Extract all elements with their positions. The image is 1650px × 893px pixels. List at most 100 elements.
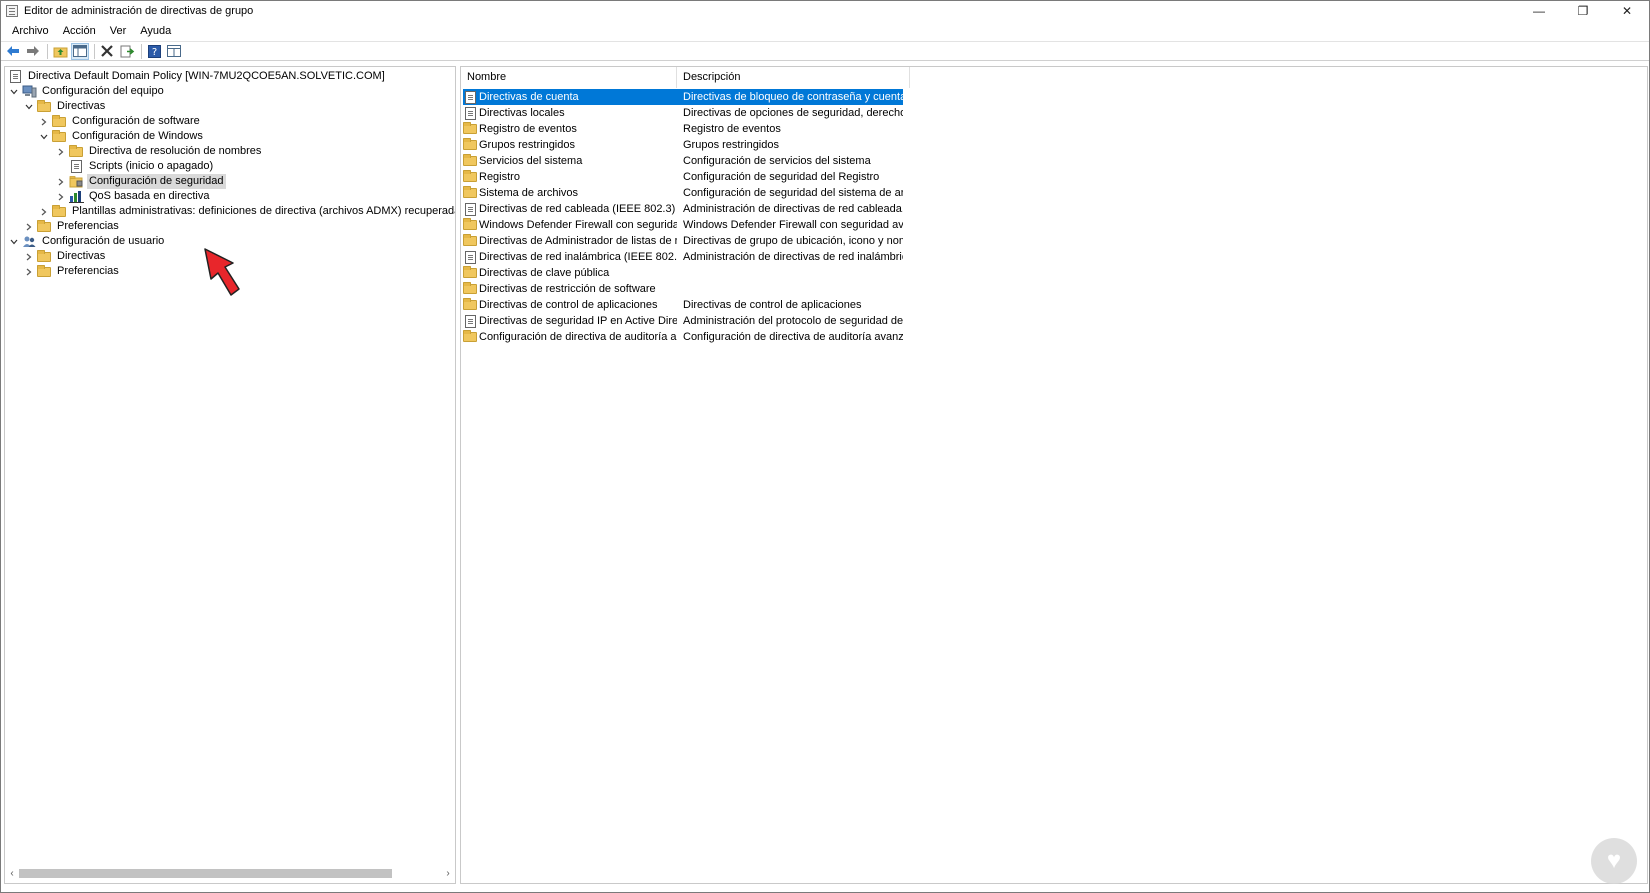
list-item-name-cell: Directivas de red cableada (IEEE 802.3)	[463, 202, 677, 216]
local-policy-icon	[463, 106, 477, 120]
back-icon[interactable]	[4, 43, 22, 60]
list-item[interactable]: Directivas de restricción de software	[463, 281, 903, 297]
column-header-nombre[interactable]: Nombre	[461, 67, 677, 88]
tree-root[interactable]: Directiva Default Domain Policy [WIN-7MU…	[7, 69, 387, 84]
no-expander	[54, 159, 68, 174]
list-item-name-cell: Directivas de Administrador de listas de…	[463, 234, 677, 248]
chevron-down-icon[interactable]	[37, 129, 51, 144]
toolbar-separator	[141, 43, 142, 59]
menu-accion[interactable]: Acción	[56, 22, 103, 40]
tree-label: Configuración de Windows	[72, 130, 203, 142]
scroll-right-icon[interactable]: ›	[442, 866, 454, 880]
console-tree[interactable]: Directiva Default Domain Policy [WIN-7MU…	[4, 66, 456, 884]
chevron-right-icon[interactable]	[37, 204, 51, 219]
delete-icon[interactable]	[98, 43, 116, 60]
tree-item-scripts[interactable]: Scripts (inicio o apagado)	[54, 159, 215, 174]
scrollbar-thumb[interactable]	[19, 869, 392, 878]
tree-item-directivas[interactable]: Directivas	[22, 99, 107, 114]
chevron-right-icon[interactable]	[22, 219, 36, 234]
list-item-name: Registro	[479, 171, 520, 183]
minimize-button[interactable]: —	[1517, 1, 1561, 21]
list-item-description: Directivas de control de aplicaciones	[683, 299, 862, 311]
list-item-name-cell: Directivas de restricción de software	[463, 282, 677, 296]
list-item[interactable]: Directivas locales Directivas de opciones…	[463, 105, 903, 121]
details-pane[interactable]: Nombre Descripción Directivas de cuenta D…	[460, 66, 1648, 884]
menu-bar: Archivo Acción Ver Ayuda	[1, 22, 178, 40]
tree-item-preferencias-usuario[interactable]: Preferencias	[22, 264, 121, 279]
chevron-right-icon[interactable]	[37, 114, 51, 129]
list-item[interactable]: Directivas de seguridad IP en Active Dir…	[463, 313, 903, 329]
list-item[interactable]: Sistema de archivos Configuración de segu…	[463, 185, 903, 201]
tree-item-qos[interactable]: QoS basada en directiva	[54, 189, 211, 204]
list-item[interactable]: Configuración de directiva de auditoría …	[463, 329, 903, 345]
chevron-right-icon[interactable]	[54, 174, 68, 189]
tree-item-preferencias-equipo[interactable]: Preferencias	[22, 219, 121, 234]
list-item-name: Directivas de Administrador de listas de…	[479, 235, 677, 247]
list-item-name: Directivas de seguridad IP en Active Dir…	[479, 315, 677, 327]
list-item-name-cell: Sistema de archivos	[463, 186, 677, 200]
forward-icon[interactable]	[24, 43, 42, 60]
tree-item-configuracion-usuario[interactable]: Configuración de usuario	[7, 234, 166, 249]
window-title: Editor de administración de directivas d…	[24, 5, 254, 17]
tree-item-configuracion-windows[interactable]: Configuración de Windows	[37, 129, 205, 144]
list-item[interactable]: Directivas de control de aplicaciones Dir…	[463, 297, 903, 313]
view-icon[interactable]	[165, 43, 183, 60]
list-item-description: Directivas de bloqueo de contraseña y cu…	[683, 91, 903, 103]
export-icon[interactable]	[118, 43, 136, 60]
folder-icon	[68, 144, 84, 159]
list-item-name-cell: Windows Defender Firewall con segurida..…	[463, 218, 677, 232]
list-item-name: Sistema de archivos	[479, 187, 579, 199]
list-item-name: Grupos restringidos	[479, 139, 575, 151]
list-item-name-cell: Registro	[463, 170, 677, 184]
close-button[interactable]: ✕	[1605, 1, 1649, 21]
scroll-left-icon[interactable]: ‹	[6, 866, 18, 880]
list-item[interactable]: Directivas de red cableada (IEEE 802.3) A…	[463, 201, 903, 217]
up-folder-icon[interactable]	[51, 43, 69, 60]
list-item-name: Directivas de restricción de software	[479, 283, 656, 295]
chevron-down-icon[interactable]	[7, 234, 21, 249]
chevron-down-icon[interactable]	[7, 84, 21, 99]
list-item-description: Administración de directivas de red inal…	[683, 251, 903, 263]
folder-icon	[463, 330, 477, 344]
tree-item-plantillas[interactable]: Plantillas administrativas: definiciones…	[37, 204, 456, 219]
list-item-description: Administración del protocolo de segurida…	[683, 315, 903, 327]
pointer-arrow-icon	[204, 248, 240, 296]
chevron-right-icon[interactable]	[54, 144, 68, 159]
tree-item-configuracion-software[interactable]: Configuración de software	[37, 114, 202, 129]
menu-archivo[interactable]: Archivo	[5, 22, 56, 40]
show-tree-icon[interactable]	[71, 42, 89, 60]
chevron-right-icon[interactable]	[22, 264, 36, 279]
list-item[interactable]: Registro Configuración de seguridad del R…	[463, 169, 903, 185]
help-icon[interactable]: ?	[145, 43, 163, 60]
list-item[interactable]: Directivas de clave pública	[463, 265, 903, 281]
column-header-descripcion[interactable]: Descripción	[677, 67, 910, 88]
list-item[interactable]: Grupos restringidos Grupos restringidos	[463, 137, 903, 153]
menu-ver[interactable]: Ver	[103, 22, 134, 40]
restore-button[interactable]: ❐	[1561, 1, 1605, 21]
menu-ayuda[interactable]: Ayuda	[133, 22, 178, 40]
list-item-description: Administración de directivas de red cabl…	[683, 203, 903, 215]
list-item[interactable]: Servicios del sistema Configuración de se…	[463, 153, 903, 169]
tree-label: Configuración de seguridad	[87, 174, 226, 189]
list-item[interactable]: Windows Defender Firewall con segurida..…	[463, 217, 903, 233]
watermark-logo: ♥	[1591, 838, 1637, 884]
list-item-name-cell: Grupos restringidos	[463, 138, 677, 152]
list-item-name-cell: Directivas locales	[463, 106, 677, 120]
horizontal-scrollbar[interactable]: ‹ ›	[5, 866, 455, 880]
ip-security-icon	[463, 314, 477, 328]
list-item[interactable]: Registro de eventos Registro de eventos	[463, 121, 903, 137]
list-item[interactable]: Directivas de cuenta Directivas de bloque…	[463, 89, 903, 105]
tree-item-directivas-usuario[interactable]: Directivas	[22, 249, 107, 264]
chevron-right-icon[interactable]	[54, 189, 68, 204]
tree-label: Plantillas administrativas: definiciones…	[72, 205, 456, 217]
list-item[interactable]: Directivas de red inalámbrica (IEEE 802.…	[463, 249, 903, 265]
tree-item-configuracion-equipo[interactable]: Configuración del equipo	[7, 84, 166, 99]
list-item-name-cell: Directivas de clave pública	[463, 266, 677, 280]
tree-item-resolucion-nombres[interactable]: Directiva de resolución de nombres	[54, 144, 263, 159]
chevron-down-icon[interactable]	[22, 99, 36, 114]
policy-document-icon	[7, 69, 23, 84]
tree-item-configuracion-seguridad[interactable]: Configuración de seguridad	[54, 174, 226, 189]
list-item[interactable]: Directivas de Administrador de listas de…	[463, 233, 903, 249]
security-folder-icon	[68, 174, 84, 189]
chevron-right-icon[interactable]	[22, 249, 36, 264]
